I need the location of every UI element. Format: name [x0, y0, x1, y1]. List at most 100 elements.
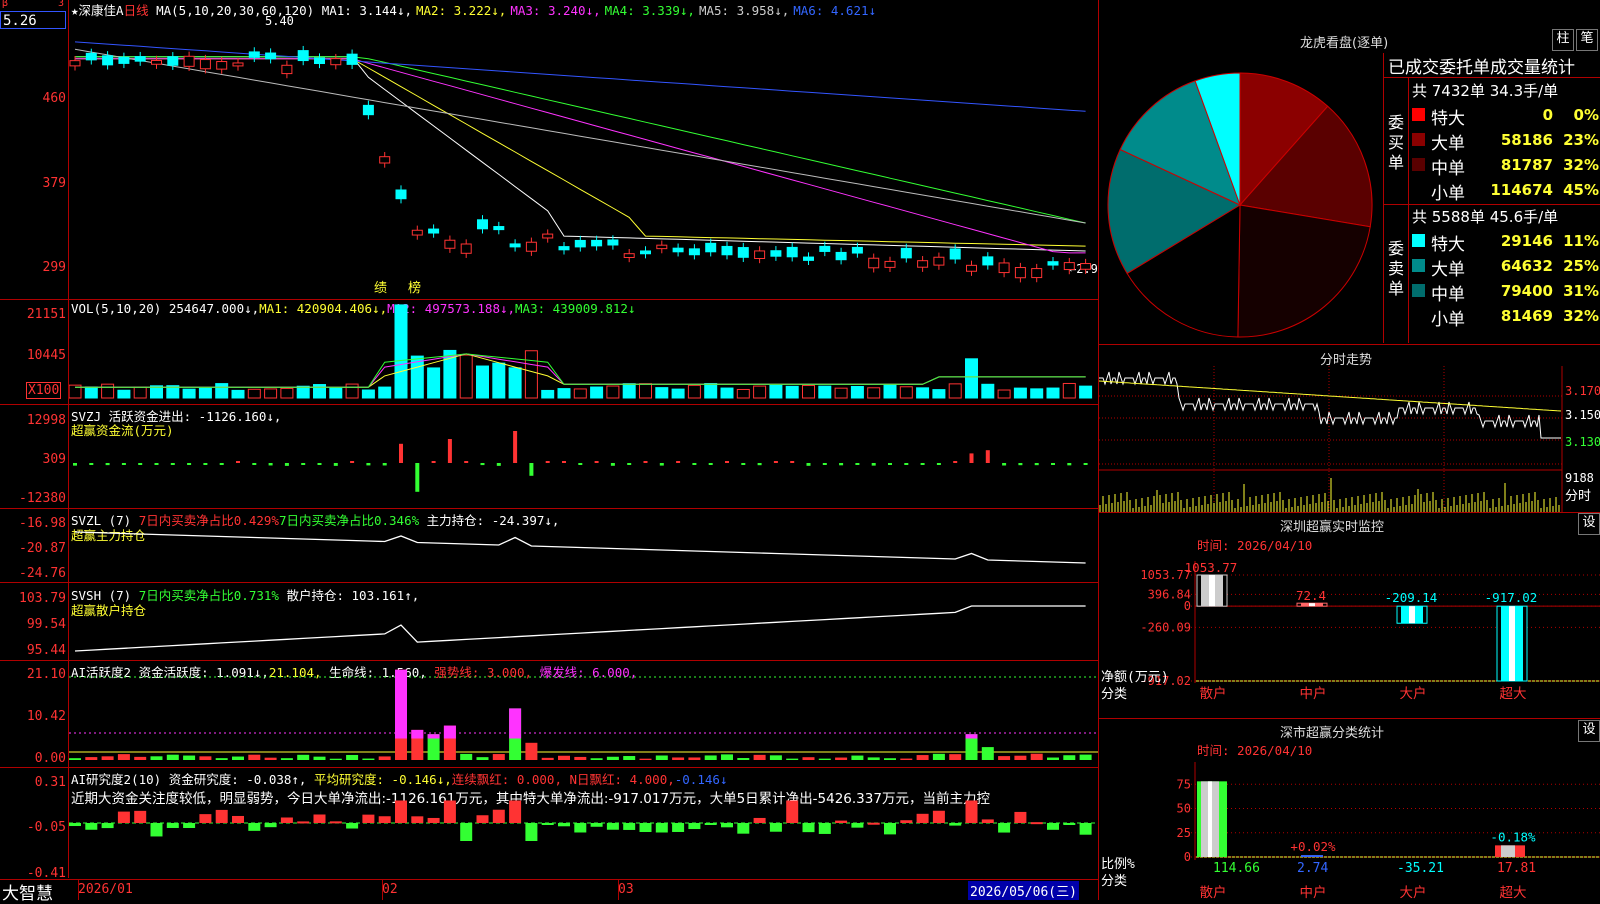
- volume-bar: [687, 384, 701, 399]
- activity-bar: [525, 742, 538, 760]
- dragon-title: 龙虎看盘(逐单): [1300, 36, 1389, 51]
- row-percent: 32%: [1563, 156, 1599, 174]
- flow-bar: [708, 463, 713, 465]
- monitor-settings-button[interactable]: 设: [1578, 513, 1600, 535]
- tick-mode-button[interactable]: 笔: [1576, 29, 1598, 51]
- volume-bar: [655, 387, 669, 399]
- high-mark: 5.40: [265, 14, 294, 28]
- row-percent: 32%: [1563, 307, 1599, 325]
- research-bar: [1030, 822, 1043, 825]
- flow-bar: [284, 463, 289, 466]
- date-tick: [382, 879, 383, 900]
- candle: [265, 52, 277, 60]
- activity-bar-top: [443, 725, 456, 739]
- pie-slice: [1237, 204, 1371, 338]
- y-label: -24.76: [19, 566, 66, 581]
- research-bar: [492, 809, 505, 823]
- candle: [346, 53, 358, 65]
- activity-bar: [85, 757, 98, 760]
- y-label: -260.09: [1140, 620, 1191, 634]
- main-charts[interactable]: 5.40 ←2.99 绩 榜: [69, 0, 1098, 878]
- volume-bar: [231, 389, 245, 399]
- volume-bar: [867, 387, 881, 399]
- candle: [330, 58, 342, 66]
- row-name: 特大: [1431, 109, 1465, 129]
- activity-bar: [346, 754, 359, 760]
- monitor-bar-shine: [1509, 606, 1515, 681]
- research-bar: [215, 809, 228, 823]
- flow-bar: [317, 463, 322, 465]
- candle: [721, 245, 733, 256]
- flow-bar: [904, 463, 909, 465]
- activity-bar: [623, 756, 636, 760]
- volume-bar: [1062, 382, 1076, 399]
- bottom-value: -35.21: [1397, 861, 1444, 876]
- volume-bar: [541, 389, 555, 399]
- classify-bar-shine: [1208, 781, 1212, 857]
- date-current[interactable]: 2026/05/06(三): [968, 881, 1079, 900]
- y-label: -16.98: [19, 516, 66, 531]
- y-label: 99.54: [26, 617, 66, 632]
- volume-bar: [264, 388, 278, 399]
- candle: [1080, 263, 1092, 270]
- y-label: 21151: [26, 307, 66, 322]
- activity-bar: [313, 756, 326, 760]
- row-name: 中单: [1431, 285, 1465, 305]
- research-bar: [655, 823, 668, 833]
- flow-bar: [529, 463, 534, 476]
- flow-bar: [741, 463, 746, 465]
- volume-bar: [948, 383, 962, 399]
- flow-bar: [871, 463, 876, 466]
- y-label: 12998: [26, 413, 66, 428]
- intraday-chart[interactable]: 3.170 3.150 3.130 9188 分时: [1099, 366, 1600, 512]
- category-label: 散户: [1200, 685, 1227, 702]
- research-bar: [606, 823, 619, 830]
- y-label: 103.79: [19, 591, 66, 606]
- activity-bar: [460, 753, 473, 760]
- row-percent: 31%: [1563, 282, 1599, 300]
- activity-bar-top: [965, 734, 978, 739]
- flow-bar: [513, 431, 518, 463]
- flow-bar: [1002, 463, 1007, 466]
- candle: [281, 64, 293, 75]
- candle: [705, 242, 717, 253]
- candle: [493, 226, 505, 231]
- volume-bar: [802, 384, 815, 399]
- flow-bar: [89, 463, 94, 465]
- volume-bar: [182, 388, 196, 399]
- activity-bar: [574, 756, 587, 760]
- activity-bar: [900, 758, 913, 760]
- flow-bar: [203, 463, 208, 465]
- volume-bar: [280, 387, 294, 399]
- flow-bar: [415, 463, 420, 492]
- unit-label: 比例%: [1101, 857, 1135, 872]
- research-bar: [395, 800, 407, 823]
- candle: [851, 246, 863, 254]
- value-label: -0.18%: [1490, 829, 1536, 844]
- activity-bar: [867, 757, 880, 760]
- y-label: 0: [1184, 599, 1191, 613]
- bar-mode-button[interactable]: 柱: [1552, 29, 1574, 51]
- y-label: 1053.77: [1140, 568, 1191, 582]
- activity-bar: [1063, 755, 1076, 760]
- candle: [379, 156, 391, 164]
- research-bar: [264, 823, 277, 828]
- flow-bar: [464, 461, 469, 463]
- row-volume: 0: [1542, 106, 1553, 124]
- activity-bar: [835, 757, 848, 760]
- candle: [623, 253, 635, 259]
- volume-bar: [916, 387, 930, 399]
- activity-bar: [721, 754, 733, 760]
- sep: [0, 879, 1098, 880]
- activity-bar: [69, 758, 81, 760]
- candle: [542, 233, 554, 239]
- candle: [982, 256, 994, 266]
- candle: [786, 246, 798, 258]
- research-bar: [574, 823, 587, 833]
- legend-swatch: [1412, 158, 1425, 171]
- main-holding-line: [74, 531, 1086, 564]
- activity-bar: [932, 753, 945, 760]
- candle: [966, 264, 977, 272]
- flow-bar: [268, 463, 273, 466]
- classify-settings-button[interactable]: 设: [1578, 720, 1600, 742]
